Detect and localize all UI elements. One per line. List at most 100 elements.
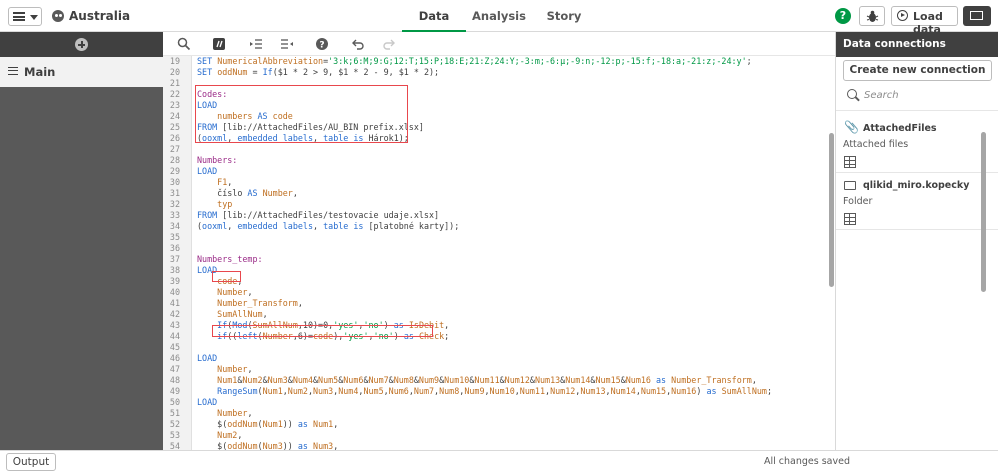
code-text[interactable]: Num2, — [197, 430, 242, 441]
line-number: 48 — [169, 375, 180, 385]
line-number: 52 — [169, 419, 180, 429]
code-text[interactable]: SET oddNum = If($1 * 2 > 9, $1 * 2 - 9, … — [197, 67, 439, 78]
bottom-bar: Output All changes saved — [0, 450, 998, 472]
line-number: 47 — [169, 364, 180, 374]
indent-icon[interactable] — [249, 37, 263, 51]
line-number: 39 — [169, 276, 180, 286]
load-data-button[interactable]: Load data — [891, 6, 958, 36]
code-text[interactable]: Num1&Num2&Num3&Num4&Num5&Num6&Num7&Num8&… — [197, 375, 757, 386]
select-data-icon[interactable] — [844, 156, 856, 168]
navigation-menu-button[interactable] — [8, 7, 42, 26]
code-text[interactable]: LOAD — [197, 397, 217, 408]
line-number: 29 — [169, 166, 180, 176]
highlight-box-code-field — [212, 271, 241, 282]
svg-text:?: ? — [319, 41, 324, 51]
line-number: 41 — [169, 298, 180, 308]
line-number: 25 — [169, 122, 180, 132]
line-number: 54 — [169, 441, 180, 450]
code-text[interactable]: SET NumericalAbbreviation='3:k;6:M;9:G;1… — [197, 56, 752, 67]
code-text[interactable]: $(oddNum(Num3)) as Num3, — [197, 441, 338, 450]
tab-story[interactable]: Story — [532, 0, 596, 32]
highlight-box-codes — [195, 85, 408, 143]
code-text[interactable]: SumAllNum, — [197, 309, 267, 320]
line-number: 22 — [169, 89, 180, 99]
hamburger-icon — [13, 12, 25, 21]
select-data-icon[interactable] — [844, 213, 856, 225]
line-number: 21 — [169, 78, 180, 88]
line-number: 38 — [169, 265, 180, 275]
toggle-panel-button[interactable] — [963, 6, 991, 26]
divider — [836, 110, 998, 111]
code-text[interactable]: $(oddNum(Num1)) as Num1, — [197, 419, 338, 430]
connection-name[interactable]: AttachedFiles — [863, 123, 937, 134]
connection-name[interactable]: qlikid_miro.kopecky — [863, 180, 969, 191]
connection-type: Folder — [843, 196, 873, 207]
help-button[interactable]: ? — [835, 8, 851, 24]
code-text[interactable]: číslo AS Number, — [197, 188, 298, 199]
line-number: 53 — [169, 430, 180, 440]
data-connections-panel: Data connections Create new connection S… — [835, 32, 998, 450]
line-number: 44 — [169, 331, 180, 341]
code-text[interactable]: Numbers: — [197, 155, 237, 166]
outdent-icon[interactable] — [280, 37, 294, 51]
divider — [836, 229, 998, 230]
code-text[interactable]: Number, — [197, 287, 252, 298]
output-button[interactable]: Output — [6, 453, 56, 471]
add-section-icon[interactable] — [75, 38, 88, 51]
play-icon — [897, 10, 908, 21]
line-number: 46 — [169, 353, 180, 363]
line-number: 43 — [169, 320, 180, 330]
section-icon — [8, 67, 18, 75]
line-number: 27 — [169, 144, 180, 154]
code-text[interactable]: LOAD — [197, 166, 217, 177]
search-icon[interactable] — [177, 37, 191, 51]
line-number: 34 — [169, 221, 180, 231]
line-number: 31 — [169, 188, 180, 198]
panel-scrollbar-thumb[interactable] — [981, 132, 986, 292]
panel-title: Data connections — [836, 32, 998, 57]
line-number: 28 — [169, 155, 180, 165]
create-new-connection-button[interactable]: Create new connection — [843, 60, 992, 81]
line-number: 32 — [169, 199, 180, 209]
editor-scrollbar-thumb[interactable] — [829, 133, 834, 287]
code-text[interactable]: Number, — [197, 408, 252, 419]
editor-toolbar: ? — [163, 32, 835, 56]
debug-button[interactable] — [859, 6, 885, 26]
code-text[interactable]: Number, — [197, 364, 252, 375]
line-number: 45 — [169, 342, 180, 352]
highlight-box-check — [212, 325, 433, 337]
line-number: 20 — [169, 67, 180, 77]
tab-analysis[interactable]: Analysis — [466, 0, 532, 32]
bug-icon — [866, 10, 879, 22]
code-text[interactable]: typ — [197, 199, 232, 210]
line-number: 30 — [169, 177, 180, 187]
app-icon — [52, 10, 64, 22]
code-text[interactable]: LOAD — [197, 353, 217, 364]
comment-icon[interactable] — [212, 37, 226, 51]
connection-search-input[interactable]: Search — [864, 90, 899, 101]
search-icon — [847, 89, 857, 99]
code-text[interactable]: RangeSum(Num1,Num2,Num3,Num4,Num5,Num6,N… — [197, 386, 772, 397]
line-number: 36 — [169, 243, 180, 253]
redo-icon[interactable] — [382, 37, 396, 51]
script-editor[interactable]: 19 SET NumericalAbbreviation='3:k;6:M;9:G… — [163, 56, 827, 450]
divider — [836, 172, 998, 173]
code-text[interactable]: (ooxml, embedded labels, table is [plato… — [197, 221, 459, 232]
code-text[interactable]: Numbers_temp: — [197, 254, 263, 265]
sidebar-item-label: Main — [24, 65, 56, 79]
line-number: 26 — [169, 133, 180, 143]
code-text[interactable]: Number_Transform, — [197, 298, 303, 309]
top-bar: Australia Data Analysis Story ? Load dat… — [0, 0, 998, 36]
sidebar-item-main[interactable]: Main — [0, 59, 163, 85]
undo-icon[interactable] — [351, 37, 365, 51]
line-number: 49 — [169, 386, 180, 396]
sidebar-empty-area — [0, 87, 163, 450]
tab-data[interactable]: Data — [402, 0, 466, 32]
line-number: 42 — [169, 309, 180, 319]
code-text[interactable]: FROM [lib://AttachedFiles/testovacie uda… — [197, 210, 439, 221]
folder-icon — [844, 181, 856, 190]
left-sidebar: Main — [0, 32, 163, 450]
code-text[interactable]: F1, — [197, 177, 232, 188]
line-number: 19 — [169, 56, 180, 66]
help-icon[interactable]: ? — [315, 37, 329, 51]
